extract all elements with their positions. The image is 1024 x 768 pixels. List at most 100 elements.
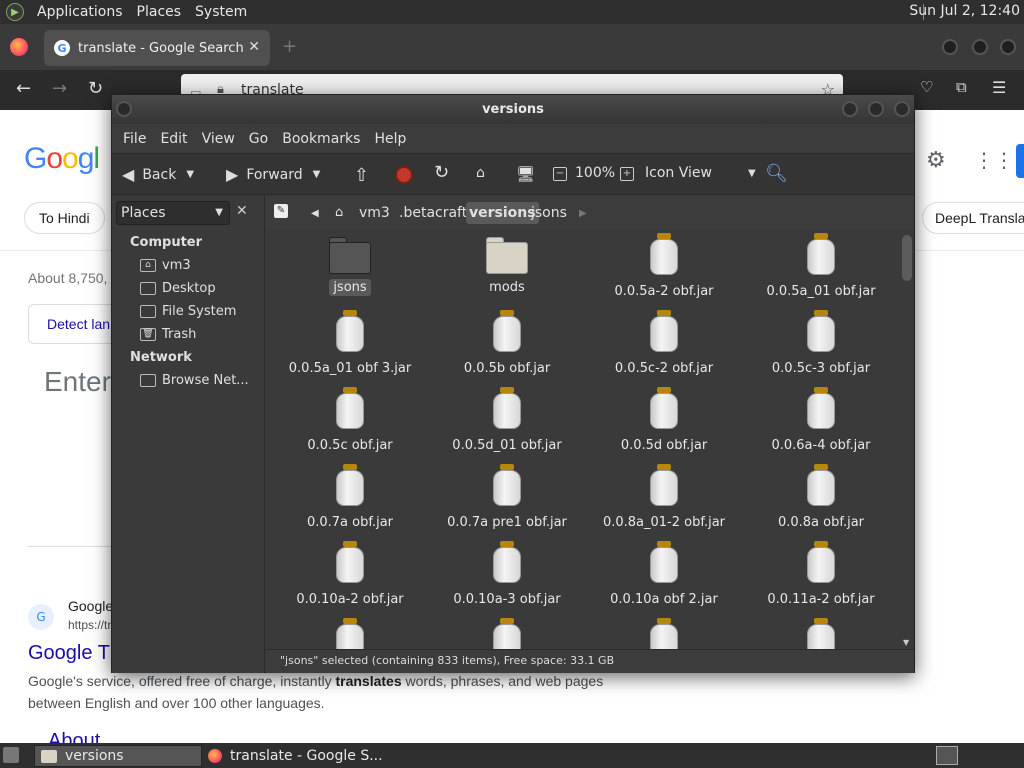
back-button[interactable]: ◀ Back ▼ <box>122 165 194 184</box>
file-item[interactable]: 0.0.10a obf 2.jar <box>586 541 742 608</box>
scrollbar-thumb[interactable] <box>902 235 912 281</box>
file-item[interactable]: 0.0.5d obf.jar <box>586 387 742 454</box>
firefox-icon[interactable] <box>10 38 28 56</box>
file-item[interactable]: 0.0.7a obf.jar <box>272 464 428 531</box>
menu-go[interactable]: Go <box>242 131 275 147</box>
search-icon[interactable]: 🔍︎ <box>765 163 788 184</box>
zoom-out-icon[interactable]: − <box>553 167 567 181</box>
file-item[interactable]: 0.0.10a-3 obf.jar <box>429 541 585 608</box>
result-snippet: Google's service, offered free of charge… <box>28 673 604 711</box>
clock[interactable]: Sun Jul 2, 12:40 <box>909 3 1020 19</box>
file-item[interactable] <box>586 618 742 649</box>
tab-google-search[interactable]: G translate - Google Search ✕ <box>44 30 270 66</box>
menu-bookmarks[interactable]: Bookmarks <box>275 131 367 147</box>
workspace-switcher[interactable] <box>936 746 958 765</box>
task-firefox[interactable]: translate - Google S... <box>202 745 402 767</box>
file-item[interactable]: 0.0.5a_01 obf.jar <box>743 233 899 300</box>
hamburger-menu-icon[interactable]: ☰ <box>992 78 1006 97</box>
settings-gear-icon[interactable]: ⚙ <box>926 148 946 173</box>
menu-help[interactable]: Help <box>367 131 413 147</box>
minimize-icon[interactable] <box>942 39 958 55</box>
file-item[interactable]: 0.0.5c-2 obf.jar <box>586 310 742 377</box>
chevron-down-icon[interactable]: ▼ <box>186 169 194 180</box>
up-arrow-icon[interactable]: ⇧ <box>354 165 369 186</box>
file-item[interactable]: 0.0.11a-2 obf.jar <box>743 541 899 608</box>
sidebar-item-vm3[interactable]: ⌂ vm3 <box>140 258 191 273</box>
edit-path-icon[interactable]: ✎ <box>274 204 288 218</box>
home-icon[interactable]: ⌂ <box>476 165 485 181</box>
file-item[interactable]: 0.0.5a-2 obf.jar <box>586 233 742 300</box>
system-logo-icon[interactable]: ▶ <box>6 3 24 21</box>
sidebar-item-trash[interactable]: 🗑︎ Trash <box>140 327 196 342</box>
sidebar-item-desktop[interactable]: Desktop <box>140 281 216 296</box>
file-item[interactable]: 0.0.10a-2 obf.jar <box>272 541 428 608</box>
forward-button[interactable]: ▶ Forward ▼ <box>226 165 320 184</box>
home-folder-icon: ⌂ <box>140 259 156 272</box>
close-tab-icon[interactable]: ✕ <box>248 39 260 55</box>
sidebar-item-file-system[interactable]: File System <box>140 304 236 319</box>
file-name: 0.0.5a-2 obf.jar <box>614 284 714 299</box>
file-item[interactable]: 0.0.5c obf.jar <box>272 387 428 454</box>
forward-arrow-icon[interactable]: → <box>52 78 67 99</box>
new-tab-icon[interactable]: + <box>282 36 297 57</box>
task-versions[interactable]: versions <box>34 745 202 767</box>
file-item[interactable]: 0.0.8a_01-2 obf.jar <box>586 464 742 531</box>
scroll-down-icon[interactable]: ▼ <box>903 638 909 647</box>
sidebar-selector[interactable]: Places ▼ <box>116 201 230 225</box>
file-item[interactable]: 0.0.5d_01 obf.jar <box>429 387 585 454</box>
translate-input-placeholder[interactable]: Enter <box>44 366 111 398</box>
reload-icon[interactable]: ↻ <box>434 162 449 183</box>
close-icon[interactable] <box>894 101 910 117</box>
menu-view[interactable]: View <box>195 131 242 147</box>
path-segment-jsons[interactable]: jsons <box>528 202 570 224</box>
window-menu-icon[interactable] <box>116 101 132 117</box>
back-arrow-icon[interactable]: ← <box>16 78 31 99</box>
menu-file[interactable]: File <box>116 131 153 147</box>
chevron-down-icon[interactable]: ▼ <box>313 169 321 180</box>
file-item[interactable] <box>429 618 585 649</box>
path-left-arrow-icon[interactable]: ◀ <box>308 203 322 225</box>
maximize-icon[interactable] <box>868 101 884 117</box>
menu-system[interactable]: System <box>188 4 254 20</box>
file-item[interactable]: 0.0.5b obf.jar <box>429 310 585 377</box>
file-item[interactable] <box>272 618 428 649</box>
scrollbar[interactable]: ▼ <box>900 229 914 649</box>
path-segment-vm3[interactable]: vm3 <box>356 202 393 224</box>
result-title-link[interactable]: Google T <box>28 642 110 665</box>
minimize-icon[interactable] <box>842 101 858 117</box>
close-window-icon[interactable] <box>1000 39 1016 55</box>
menu-bar: File Edit View Go Bookmarks Help <box>112 124 914 153</box>
file-item[interactable]: 0.0.6a-4 obf.jar <box>743 387 899 454</box>
zoom-in-icon[interactable]: + <box>620 167 634 181</box>
desktop-icon <box>140 282 156 295</box>
google-logo[interactable]: Googl <box>24 142 100 176</box>
window-titlebar[interactable]: versions <box>112 95 914 124</box>
menu-applications[interactable]: Applications <box>30 4 130 20</box>
view-mode-select[interactable]: Icon View ▼ <box>645 165 756 181</box>
file-item[interactable]: mods <box>429 233 585 296</box>
file-item[interactable] <box>743 618 899 649</box>
stop-icon[interactable] <box>395 166 413 184</box>
computer-icon[interactable]: 🖥︎ <box>516 165 535 183</box>
chip-to-hindi[interactable]: To Hindi <box>24 202 105 234</box>
path-segment-betacraft[interactable]: .betacraft <box>396 202 470 224</box>
chip-deepl[interactable]: DeepL Transla <box>922 202 1024 234</box>
jar-file-icon <box>648 387 680 431</box>
reload-icon[interactable]: ↻ <box>88 78 103 99</box>
path-right-arrow-icon[interactable]: ▶ <box>576 203 590 225</box>
sign-in-button[interactable] <box>1016 144 1024 178</box>
file-item[interactable]: 0.0.5a_01 obf 3.jar <box>272 310 428 377</box>
menu-places[interactable]: Places <box>130 4 189 20</box>
menu-edit[interactable]: Edit <box>153 131 194 147</box>
file-item[interactable]: 0.0.8a obf.jar <box>743 464 899 531</box>
file-item[interactable]: jsons <box>272 233 428 296</box>
file-item[interactable]: 0.0.5c-3 obf.jar <box>743 310 899 377</box>
show-desktop-icon[interactable] <box>3 747 19 763</box>
sidebar-item-browse-network[interactable]: Browse Net... <box>140 373 249 388</box>
jar-file-icon <box>648 541 680 585</box>
extensions-icon[interactable]: ⧉ <box>956 78 967 96</box>
pocket-icon[interactable]: ♡ <box>920 78 933 96</box>
close-sidebar-icon[interactable]: ✕ <box>236 203 248 219</box>
maximize-icon[interactable] <box>972 39 988 55</box>
file-item[interactable]: 0.0.7a pre1 obf.jar <box>429 464 585 531</box>
